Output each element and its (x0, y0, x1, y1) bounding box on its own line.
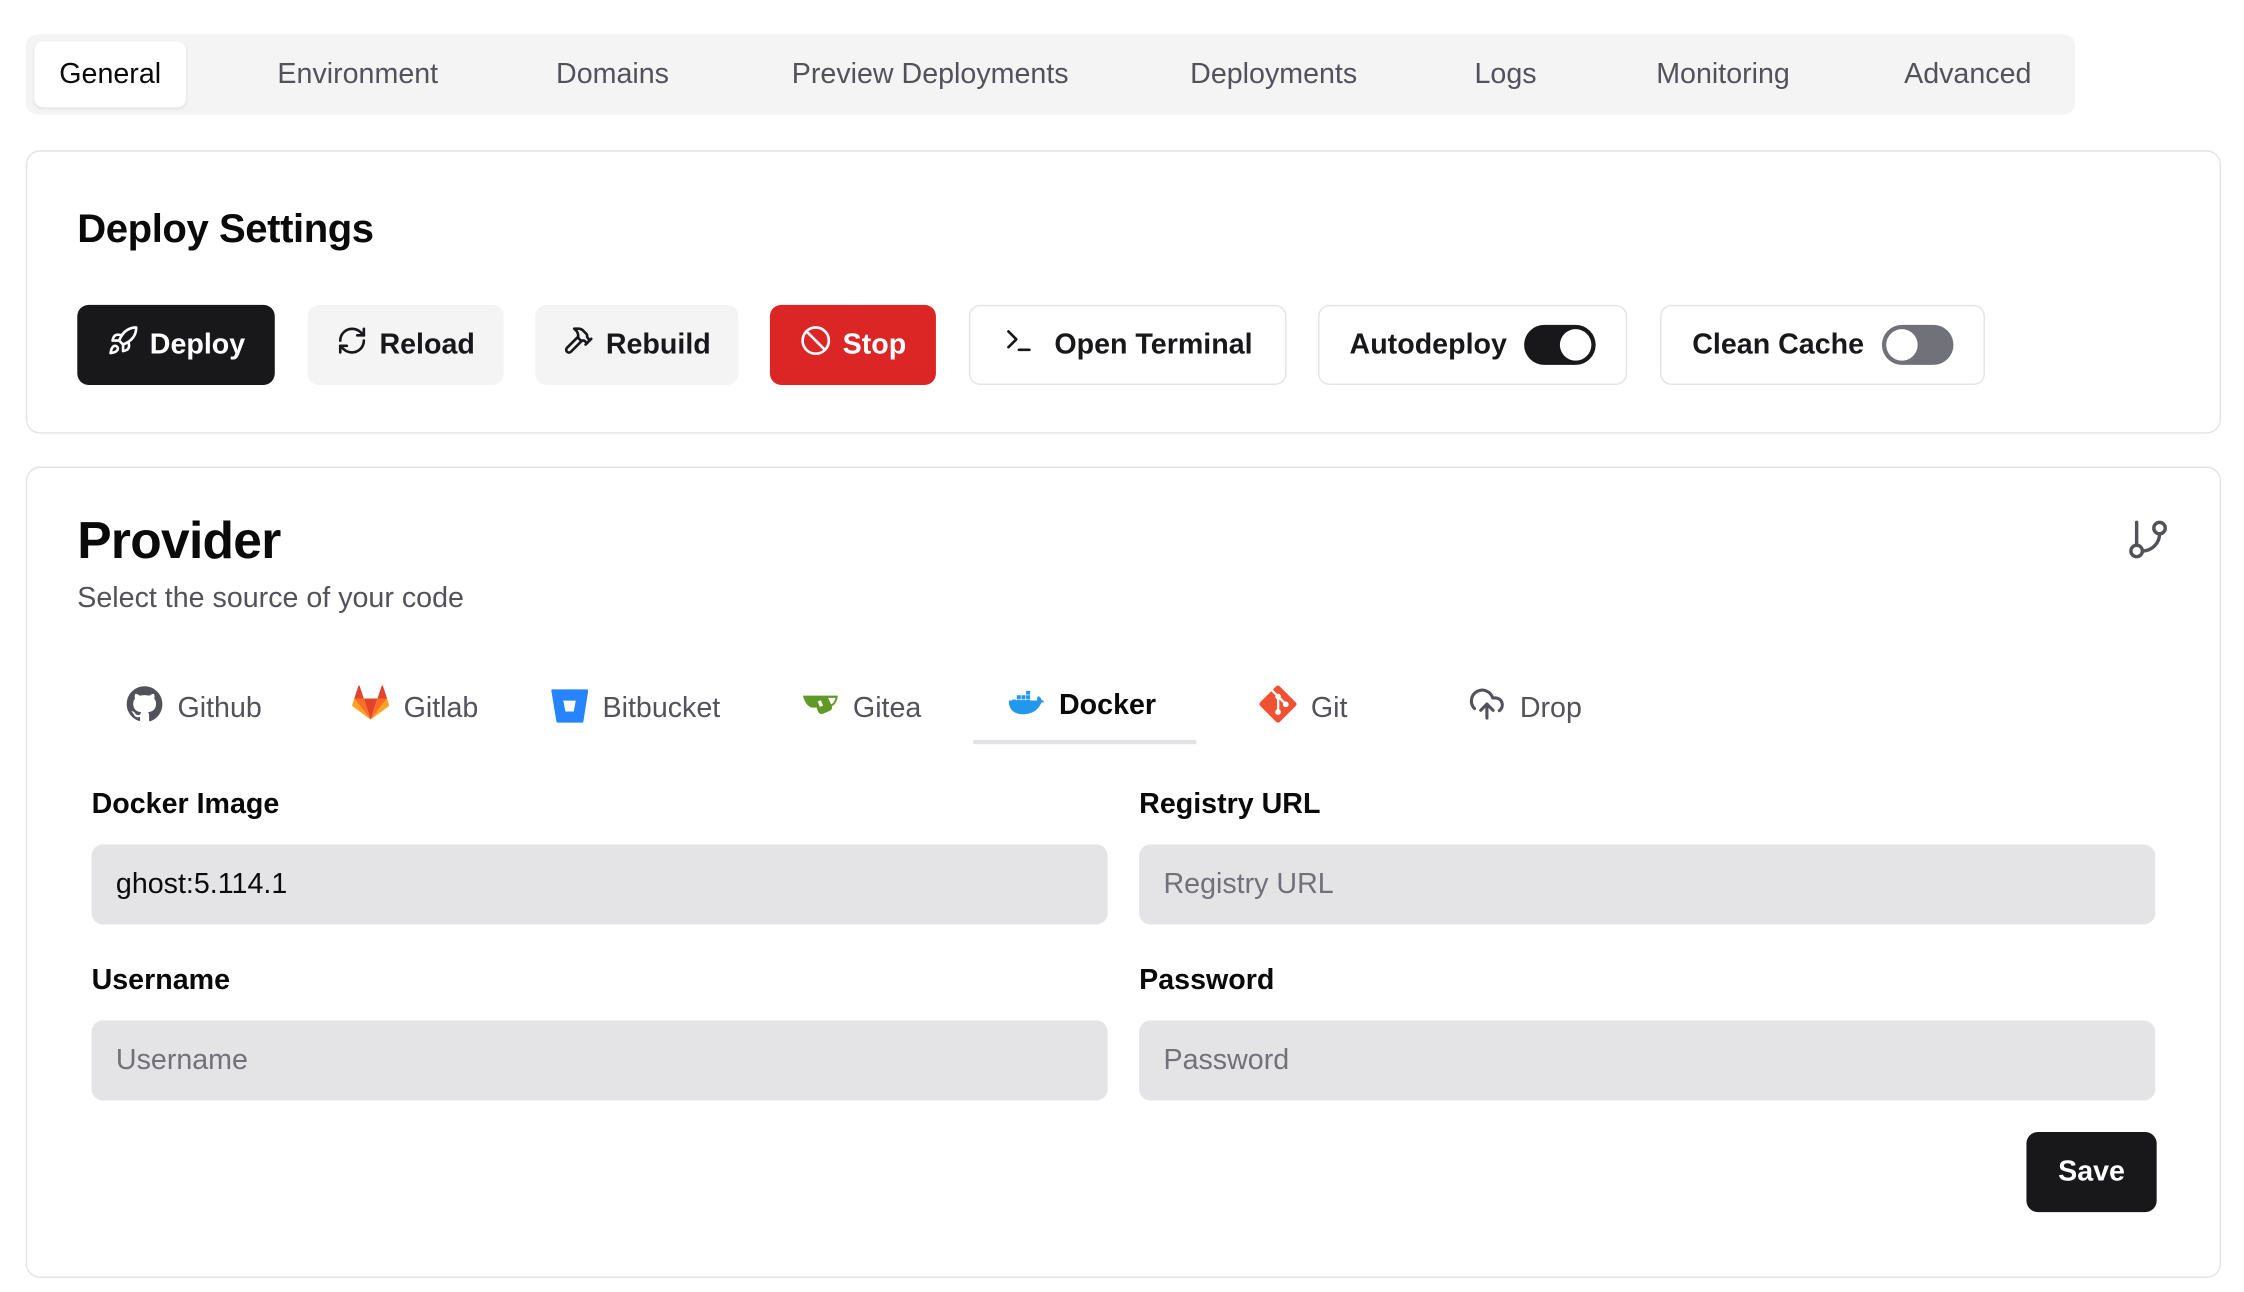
docker-image-input[interactable] (91, 844, 1108, 925)
tab-preview-deployments[interactable]: Preview Deployments (753, 42, 1108, 108)
provider-tab-git[interactable]: Git (1259, 673, 1347, 745)
provider-tab-drop[interactable]: Drop (1468, 673, 1582, 745)
provider-tab-label: Git (1310, 691, 1348, 724)
reload-button[interactable]: Reload (307, 304, 504, 385)
reload-label: Reload (379, 328, 475, 360)
rocket-icon (107, 325, 138, 365)
provider-tab-label: Gitea (852, 691, 922, 724)
save-button[interactable]: Save (2026, 1132, 2157, 1213)
password-input[interactable] (1139, 1020, 2156, 1101)
provider-tab-label: Github (177, 691, 262, 724)
deploy-label: Deploy (149, 328, 246, 360)
provider-tab-label: Docker (1059, 689, 1157, 722)
clean-cache-control: Clean Cache (1660, 304, 1985, 385)
provider-tab-gitlab[interactable]: Gitlab (352, 673, 478, 745)
toggle-knob (1559, 329, 1592, 361)
provider-title: Provider (77, 510, 281, 570)
stop-label: Stop (842, 328, 907, 360)
username-input[interactable] (91, 1020, 1108, 1101)
git-icon (1259, 685, 1297, 731)
deploy-button[interactable]: Deploy (77, 304, 275, 385)
tab-advanced[interactable]: Advanced (1875, 42, 2061, 108)
main-tabs: General Environment Domains Preview Depl… (25, 34, 2076, 115)
provider-tab-label: Drop (1519, 691, 1582, 724)
registry-url-input[interactable] (1139, 844, 2156, 925)
tab-domains[interactable]: Domains (530, 42, 696, 108)
git-branch-icon (2125, 517, 2171, 563)
github-icon (126, 685, 163, 731)
provider-tab-github[interactable]: Github (126, 673, 262, 745)
tab-environment[interactable]: Environment (243, 42, 472, 108)
terminal-icon (1003, 325, 1034, 365)
docker-icon (1007, 683, 1045, 729)
provider-tab-docker[interactable]: Docker (973, 673, 1197, 745)
refresh-icon (337, 325, 368, 365)
clean-cache-label: Clean Cache (1692, 328, 1865, 360)
clean-cache-toggle[interactable] (1881, 324, 1953, 365)
tab-logs[interactable]: Logs (1440, 42, 1572, 108)
tab-general[interactable]: General (34, 41, 187, 108)
rebuild-button[interactable]: Rebuild (535, 304, 739, 385)
stop-button[interactable]: Stop (769, 304, 936, 385)
deploy-settings-card: Deploy Settings Deploy Reload Rebuild St… (25, 150, 2222, 434)
gitea-icon (801, 685, 838, 731)
provider-tab-bitbucket[interactable]: Bitbucket (551, 673, 720, 745)
ban-icon (800, 325, 831, 365)
registry-url-label: Registry URL (1139, 788, 1321, 821)
username-label: Username (91, 964, 231, 997)
cloud-upload-icon (1468, 685, 1505, 731)
open-terminal-button[interactable]: Open Terminal (968, 304, 1287, 385)
tab-deployments[interactable]: Deployments (1165, 42, 1383, 108)
rebuild-label: Rebuild (605, 328, 711, 360)
provider-subtitle: Select the source of your code (77, 582, 464, 614)
toggle-knob (1885, 329, 1918, 361)
autodeploy-toggle[interactable] (1524, 324, 1596, 365)
gitlab-icon (352, 685, 390, 731)
hammer-icon (563, 325, 594, 365)
autodeploy-control: Autodeploy (1318, 304, 1628, 385)
deploy-settings-title: Deploy Settings (77, 206, 374, 251)
docker-image-label: Docker Image (91, 788, 280, 821)
tab-monitoring[interactable]: Monitoring (1629, 42, 1818, 108)
bitbucket-icon (551, 685, 589, 731)
autodeploy-label: Autodeploy (1349, 328, 1507, 360)
provider-tab-label: Gitlab (403, 691, 479, 724)
password-label: Password (1139, 964, 1275, 997)
provider-tab-label: Bitbucket (602, 691, 721, 724)
open-terminal-label: Open Terminal (1054, 328, 1253, 360)
provider-tab-gitea[interactable]: Gitea (801, 673, 921, 745)
